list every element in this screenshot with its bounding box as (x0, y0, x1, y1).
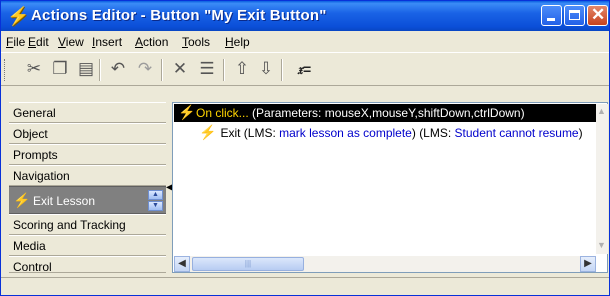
horizontal-scrollbar[interactable]: ◀ ||| ▶ (174, 256, 596, 272)
menu-bar: File Edit View Insert Action Tools Help (1, 32, 609, 51)
event-text: On click... (Parameters: mouseX,mouseY,s… (196, 106, 525, 120)
lightning-icon: ⚡ (178, 104, 196, 120)
maximize-button[interactable] (564, 5, 585, 26)
toolbar-separator (161, 59, 163, 81)
vertical-scrollbar[interactable]: ▲ ▼ (596, 104, 608, 254)
tab-scoring-and-tracking[interactable]: Scoring and Tracking (9, 214, 166, 235)
actions-list: ⚡ On click... (Parameters: mouseX,mouseY… (172, 102, 608, 273)
spin-up-icon[interactable]: ▲ (148, 190, 163, 200)
tab-label: Navigation (13, 169, 70, 183)
toolbar-separator (281, 59, 283, 81)
horizontal-scroll-thumb[interactable]: ||| (192, 257, 304, 271)
tab-label: General (13, 106, 56, 120)
category-tabs: General Object Prompts Navigation ⚡ Exit… (9, 102, 166, 274)
action-lms-resume[interactable]: Student cannot resume (455, 126, 579, 140)
arrow-down-icon[interactable]: ⇩ (255, 58, 277, 80)
spin-down-icon[interactable]: ▼ (148, 201, 163, 211)
action-mid: ) (LMS: (411, 126, 455, 140)
toolbar: ✂ ❐ ▤ ↶ ↷ ✕ ☰ ⇧ ⇩ 𝔵= (1, 52, 609, 86)
redo-icon[interactable]: ↷ (134, 58, 156, 80)
menu-file[interactable]: File (6, 35, 25, 49)
scroll-right-icon[interactable]: ▶ (580, 256, 596, 272)
event-row-on-click[interactable]: ⚡ On click... (Parameters: mouseX,mouseY… (174, 104, 597, 122)
tab-control[interactable]: Control (9, 256, 166, 274)
lightning-icon: ⚡ (199, 124, 217, 140)
scroll-up-icon[interactable]: ▲ (597, 106, 606, 116)
event-params: (Parameters: mouseX,mouseY,shiftDown,ctr… (252, 106, 525, 120)
delete-icon[interactable]: ✕ (169, 58, 191, 80)
menu-tools[interactable]: Tools (182, 35, 210, 49)
menu-insert[interactable]: Insert (92, 35, 122, 49)
tab-label: Media (13, 239, 46, 253)
close-button[interactable]: ✕ (587, 5, 608, 26)
scissors-icon[interactable]: ✂ (23, 58, 45, 80)
close-icon: ✕ (591, 5, 606, 24)
variables-icon[interactable]: 𝔵= (289, 58, 319, 80)
tab-navigation[interactable]: Navigation (9, 165, 166, 186)
action-suffix: ) (578, 126, 583, 140)
tab-spinner[interactable]: ▲ ▼ (148, 190, 163, 212)
menu-action[interactable]: Action (135, 35, 168, 49)
properties-icon[interactable]: ☰ (196, 58, 218, 80)
action-lms-complete[interactable]: mark lesson as complete (279, 126, 412, 140)
tab-prompts[interactable]: Prompts (9, 144, 166, 165)
paste-icon[interactable]: ▤ (75, 58, 97, 80)
toolbar-separator (99, 59, 101, 81)
undo-icon[interactable]: ↶ (107, 58, 129, 80)
tab-media[interactable]: Media (9, 235, 166, 256)
title-bar[interactable]: ⚡ Actions Editor - Button "My Exit Butto… (1, 1, 609, 31)
scroll-left-icon[interactable]: ◀ (174, 256, 190, 272)
minimize-icon (547, 18, 555, 21)
tab-object[interactable]: Object (9, 123, 166, 144)
tab-label: Exit Lesson (33, 194, 96, 208)
lightning-icon: ⚡ (7, 6, 30, 26)
maximize-icon (569, 10, 580, 20)
toolbar-grip[interactable] (4, 59, 8, 81)
menu-view[interactable]: View (58, 35, 84, 49)
tab-label: Prompts (13, 148, 58, 162)
minimize-button[interactable] (541, 5, 562, 26)
copy-icon[interactable]: ❐ (49, 58, 71, 80)
lightning-icon: ⚡ (13, 192, 31, 208)
actions-editor-window: ⚡ Actions Editor - Button "My Exit Butto… (0, 0, 610, 296)
arrow-up-icon[interactable]: ⇧ (231, 58, 253, 80)
tab-label: Control (13, 260, 52, 274)
status-bar (1, 277, 609, 295)
scroll-down-icon[interactable]: ▼ (597, 240, 606, 250)
menu-edit[interactable]: Edit (28, 35, 49, 49)
menu-help[interactable]: Help (225, 35, 250, 49)
tab-exit-lesson[interactable]: ⚡ Exit Lesson ▲ ▼ (9, 186, 166, 214)
action-prefix: Exit (LMS: (220, 126, 280, 140)
tab-label: Scoring and Tracking (13, 218, 126, 232)
event-label: On click... (196, 106, 249, 120)
window-title: Actions Editor - Button "My Exit Button" (31, 7, 327, 24)
tab-label: Object (13, 127, 48, 141)
action-row-exit[interactable]: ⚡ Exit (LMS: mark lesson as complete) (LM… (199, 124, 583, 141)
tab-general[interactable]: General (9, 102, 166, 123)
toolbar-separator (223, 59, 225, 81)
